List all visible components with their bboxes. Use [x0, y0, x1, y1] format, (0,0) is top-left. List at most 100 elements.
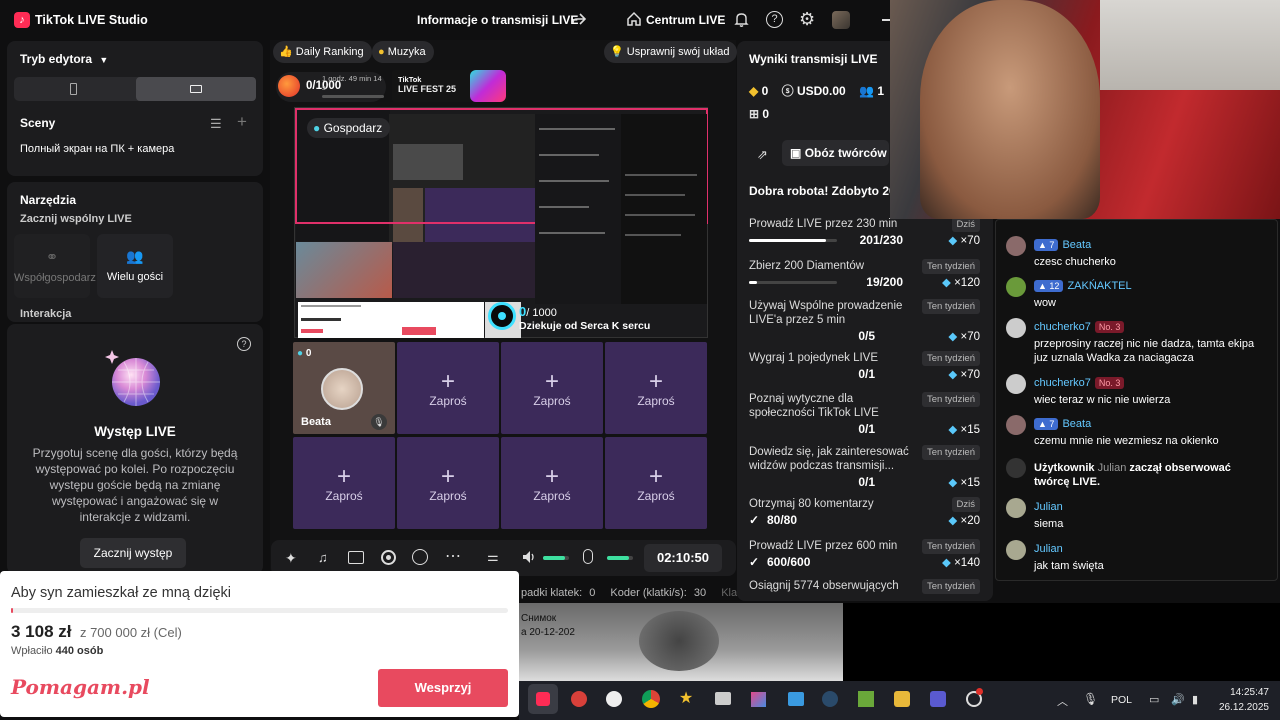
mic-icon[interactable]: 🎙: [371, 414, 387, 430]
audio-level-track[interactable]: [543, 556, 569, 560]
level-badge: ▲ 12: [1034, 280, 1064, 292]
star-app-icon[interactable]: ★: [671, 684, 701, 714]
clock-time[interactable]: 14:25:47: [1229, 687, 1269, 698]
invite-slot[interactable]: + Zaproś: [501, 342, 603, 434]
performance-panel: ? Występ LIVE Przygotuj scenę dla gości,…: [7, 324, 263, 574]
support-button[interactable]: Wesprzyj: [378, 669, 508, 707]
add-scene-icon[interactable]: +: [237, 112, 247, 132]
invite-slot[interactable]: + Zaproś: [397, 437, 499, 529]
task-item[interactable]: Dowiedz się, jak zainteresować widzów po…: [749, 445, 980, 489]
app-notification-icon[interactable]: [959, 684, 989, 714]
invite-slot[interactable]: + Zaproś: [605, 437, 707, 529]
sliders-icon[interactable]: ⚌: [487, 549, 499, 565]
app-white-icon[interactable]: [599, 684, 629, 714]
task-reward: ×70: [960, 369, 980, 381]
home-icon[interactable]: [626, 11, 642, 27]
mic-level-track[interactable]: [607, 556, 633, 560]
tiktok-taskbar-icon[interactable]: [528, 684, 558, 714]
system-prefix: Użytkownik: [1034, 462, 1095, 474]
multi-guest-button[interactable]: 👥 Wielu gości: [97, 234, 173, 298]
app-box-icon[interactable]: [707, 684, 737, 714]
teams-icon[interactable]: [923, 684, 953, 714]
music-button[interactable]: ● Muzyka: [372, 41, 434, 63]
avatar[interactable]: [832, 11, 850, 29]
invite-slot[interactable]: + Zaproś: [501, 437, 603, 529]
gift-icon: [278, 75, 300, 97]
tray-mic-icon[interactable]: 🎙: [1083, 692, 1098, 706]
app-red-icon[interactable]: [564, 684, 594, 714]
editor-mode-dropdown[interactable]: Tryb edytora ▼: [20, 52, 108, 66]
chat-username: Julian: [1034, 543, 1063, 555]
creators-camp-button[interactable]: ▣ Obóz twórców: [782, 140, 889, 166]
paid-label: Wpłaciło: [11, 645, 53, 657]
rank-badge: No. 3: [1094, 377, 1125, 389]
avatar: [1006, 415, 1026, 435]
performance-description: Przygotuj scenę dla gości, którzy będą w…: [32, 446, 238, 524]
microphone-icon[interactable]: [583, 549, 593, 564]
more-icon[interactable]: ⋯: [445, 546, 461, 566]
start-performance-button[interactable]: Zacznij występ: [80, 538, 186, 568]
task-item[interactable]: Poznaj wytyczne dla społeczności TikTok …: [749, 392, 980, 436]
invite-slot[interactable]: + Zaproś: [397, 342, 499, 434]
task-reward: ×70: [960, 235, 980, 247]
diamond-icon: ◆: [948, 477, 958, 489]
chat-username: Julian: [1097, 462, 1127, 474]
record-icon[interactable]: [381, 550, 396, 565]
invite-label: Zaproś: [533, 394, 571, 408]
share-icon[interactable]: [571, 11, 587, 27]
camera-switch-icon[interactable]: [412, 549, 428, 565]
avatar: [1006, 498, 1026, 518]
task-item[interactable]: Używaj Wspólne prowadzenie LIVE'a przez …: [749, 299, 980, 343]
language-indicator[interactable]: POL: [1111, 694, 1132, 706]
people-arrow-icon[interactable]: ⇗: [757, 147, 768, 163]
stream-preview: ● Gospodarz 0/ 1000 Dziekuje od Serca K …: [294, 107, 708, 338]
people-icon: 👥: [126, 248, 144, 264]
task-item[interactable]: Prowadź LIVE przez 600 min Ten tydzień ✓ 60…: [749, 539, 980, 583]
tray-chevron-icon[interactable]: ︿: [1057, 693, 1068, 709]
raised-value: 3 108 zł: [11, 622, 72, 641]
gifts-stat: ⊞ 0: [749, 107, 769, 121]
task-item[interactable]: Wygraj 1 pojedynek LIVE Ten tydzień 0/1 ◆ ×…: [749, 351, 980, 395]
list-icon[interactable]: ☰: [210, 116, 222, 132]
photos-icon[interactable]: [780, 684, 810, 714]
invite-label: Zaproś: [533, 489, 571, 503]
help-icon[interactable]: ?: [766, 11, 783, 28]
speaker-icon[interactable]: [521, 549, 537, 565]
invite-slot[interactable]: + Zaproś: [605, 342, 707, 434]
daily-ranking-button[interactable]: 👍 Daily Ranking: [273, 41, 372, 63]
media-player-icon[interactable]: [887, 684, 917, 714]
stream-info-link[interactable]: Informacje o transmisji LIVE: [417, 13, 578, 27]
volume-icon[interactable]: 🔊: [1171, 693, 1185, 706]
live-center-button[interactable]: Centrum LIVE: [646, 13, 725, 27]
improve-layout-button[interactable]: 💡 Usprawnij swój układ: [604, 41, 738, 63]
invite-slot[interactable]: + Zaproś: [293, 437, 395, 529]
layout-icon[interactable]: [348, 551, 364, 564]
battery-icon[interactable]: ▮: [1192, 693, 1198, 706]
plus-icon: +: [440, 463, 455, 490]
app-cube-icon[interactable]: [743, 684, 773, 714]
help-icon[interactable]: ?: [237, 337, 251, 351]
network-icon[interactable]: ▭: [1149, 693, 1159, 706]
magic-wand-icon[interactable]: ✦: [285, 550, 297, 567]
task-item[interactable]: Prowadź LIVE przez 230 min Dziś 201/230 ◆ ×…: [749, 217, 980, 261]
scene-item[interactable]: Полный экран на ПК + камера: [20, 143, 174, 155]
clock-date[interactable]: 26.12.2025: [1214, 702, 1269, 713]
bell-icon[interactable]: [733, 11, 750, 28]
level-value: 12: [1049, 281, 1060, 291]
steam-icon[interactable]: [815, 684, 845, 714]
avatar: [1006, 540, 1026, 560]
guest-slot-beata[interactable]: ● 0 Beata 🎙: [293, 342, 395, 434]
gear-icon[interactable]: ⚙: [799, 10, 815, 28]
portrait-toggle[interactable]: [14, 77, 134, 101]
status-line: padki klatek: 0 Koder (klatki/s): 30 Kla: [521, 587, 737, 599]
game-icon[interactable]: [851, 684, 881, 714]
chat-text: czesc chucherko: [1034, 256, 1116, 268]
music-note-icon[interactable]: ♫: [318, 550, 328, 565]
task-item[interactable]: Zbierz 200 Diamentów Ten tydzień 19/200 ◆ ×…: [749, 259, 980, 303]
landscape-toggle[interactable]: [136, 77, 256, 101]
fundraiser-widget: Aby syn zamieszkał ze mną dzięki 3 108 z…: [0, 571, 519, 717]
cohost-button[interactable]: ⚭ Współgospodarz: [14, 234, 96, 298]
task-item[interactable]: Otrzymaj 80 komentarzy Dziś ✓ 80/80 ◆ ×20: [749, 497, 980, 541]
webcam-overlay: [890, 0, 1280, 219]
chrome-icon[interactable]: [636, 684, 666, 714]
